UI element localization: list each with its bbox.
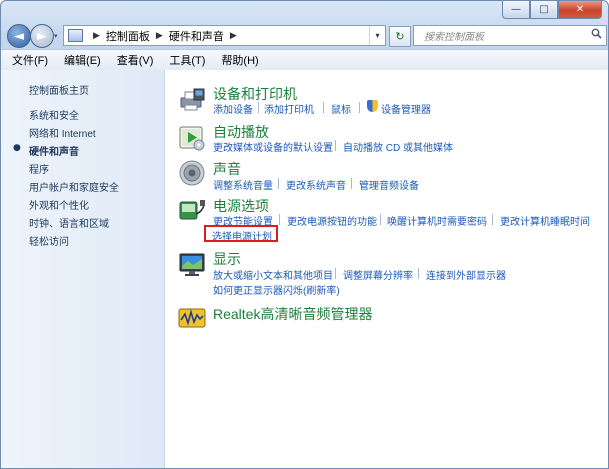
link-add-printer[interactable]: 添加打印机 — [264, 101, 314, 116]
realtek-audio-icon[interactable] — [178, 304, 206, 332]
link-adjust-volume[interactable]: 调整系统音量 — [213, 177, 273, 192]
highlight-box — [204, 225, 278, 242]
menu-file[interactable]: 文件(F) — [1, 52, 56, 68]
link-separator — [335, 268, 336, 279]
link-separator — [335, 140, 336, 151]
link-separator — [351, 178, 352, 189]
category-sound-title[interactable]: 声音 — [213, 159, 241, 179]
link-change-system-sounds[interactable]: 更改系统声音 — [286, 177, 346, 192]
search-input[interactable]: 搜索控制面板 — [413, 25, 607, 46]
link-add-device[interactable]: 添加设备 — [213, 101, 253, 116]
power-icon[interactable] — [178, 196, 206, 224]
uac-shield-icon — [367, 100, 378, 112]
link-separator — [278, 178, 279, 189]
link-separator — [323, 102, 324, 113]
link-external-display[interactable]: 连接到外部显示器 — [426, 267, 506, 282]
link-separator — [359, 102, 360, 113]
sidebar-item-clock-language[interactable]: 时钟、语言和区域 — [29, 215, 109, 230]
control-panel-icon — [68, 29, 83, 42]
sidebar-item-ease-of-access[interactable]: 轻松访问 — [29, 233, 69, 248]
left-nav-pane: 控制面板主页 系统和安全 网络和 Internet ● 硬件和声音 程序 用户帐… — [1, 70, 165, 468]
breadcrumb-separator[interactable]: ▶ — [230, 30, 237, 41]
navigation-bar: ◄ ► ▾ ▶ 控制面板 ▶ 硬件和声音 ▶ ▾ ↻ 搜索控制面板 — [1, 23, 608, 49]
link-fix-flicker[interactable]: 如何更正显示器闪烁(刷新率) — [213, 282, 340, 297]
recent-pages-dropdown[interactable]: ▾ — [54, 32, 58, 40]
back-button[interactable]: ◄ — [7, 24, 31, 48]
breadcrumb-separator[interactable]: ▶ — [156, 30, 163, 41]
link-screen-resolution[interactable]: 调整屏幕分辨率 — [343, 267, 413, 282]
breadcrumb-hardware-sound[interactable]: 硬件和声音 — [169, 28, 224, 44]
link-autoplay-cd[interactable]: 自动播放 CD 或其他媒体 — [343, 139, 453, 154]
magnifier-icon[interactable] — [591, 28, 602, 42]
sidebar-item-system-security[interactable]: 系统和安全 — [29, 107, 79, 122]
monitor-icon[interactable] — [178, 251, 206, 279]
link-change-media-defaults[interactable]: 更改媒体或设备的默认设置 — [213, 139, 333, 154]
category-realtek-title[interactable]: Realtek高清晰音频管理器 — [213, 304, 372, 324]
printer-icon[interactable] — [178, 86, 206, 114]
link-require-password-wake[interactable]: 唤醒计算机时需要密码 — [387, 213, 487, 228]
sidebar-item-appearance[interactable]: 外观和个性化 — [29, 197, 89, 212]
link-device-manager[interactable]: 设备管理器 — [381, 101, 431, 116]
breadcrumb-control-panel[interactable]: 控制面板 — [106, 28, 150, 44]
link-separator — [258, 102, 259, 113]
link-separator — [492, 214, 493, 225]
link-separator — [418, 268, 419, 279]
sidebar-item-hardware-sound[interactable]: 硬件和声音 — [29, 143, 79, 158]
minimize-button[interactable]: — — [502, 1, 530, 19]
speaker-icon[interactable] — [178, 159, 206, 187]
search-placeholder: 搜索控制面板 — [424, 32, 484, 43]
refresh-button[interactable]: ↻ — [389, 26, 411, 47]
explorer-window: — □ ✕ ◄ ► ▾ ▶ 控制面板 ▶ 硬件和声音 ▶ ▾ ↻ 搜索控制面板 … — [0, 0, 609, 469]
menu-edit[interactable]: 编辑(E) — [56, 52, 109, 68]
current-item-marker: ● — [13, 143, 21, 153]
link-resize-text[interactable]: 放大或缩小文本和其他项目 — [213, 267, 333, 282]
link-separator — [279, 214, 280, 225]
forward-button[interactable]: ► — [30, 24, 54, 48]
link-separator — [380, 214, 381, 225]
link-change-sleep-time[interactable]: 更改计算机睡眠时间 — [500, 213, 590, 228]
menu-tools[interactable]: 工具(T) — [161, 52, 213, 68]
link-power-button-function[interactable]: 更改电源按钮的功能 — [287, 213, 377, 228]
address-dropdown[interactable]: ▾ — [369, 26, 385, 45]
menu-help[interactable]: 帮助(H) — [213, 52, 266, 68]
menu-bar: 文件(F) 编辑(E) 查看(V) 工具(T) 帮助(H) — [1, 49, 608, 71]
menu-view[interactable]: 查看(V) — [109, 52, 162, 68]
sidebar-item-user-accounts[interactable]: 用户帐户和家庭安全 — [29, 179, 119, 194]
sidebar-item-network-internet[interactable]: 网络和 Internet — [29, 125, 96, 140]
autoplay-icon[interactable] — [178, 124, 206, 152]
link-manage-audio-devices[interactable]: 管理音频设备 — [359, 177, 419, 192]
caption-buttons: — □ ✕ — [502, 1, 602, 19]
address-bar[interactable]: ▶ 控制面板 ▶ 硬件和声音 ▶ ▾ — [63, 25, 386, 46]
link-mouse[interactable]: 鼠标 — [331, 101, 351, 116]
control-panel-home-link[interactable]: 控制面板主页 — [29, 82, 89, 97]
breadcrumb-separator[interactable]: ▶ — [93, 30, 100, 41]
category-display-title[interactable]: 显示 — [213, 249, 241, 269]
maximize-button[interactable]: □ — [530, 1, 558, 19]
sidebar-item-programs[interactable]: 程序 — [29, 161, 49, 176]
close-button[interactable]: ✕ — [558, 1, 602, 19]
